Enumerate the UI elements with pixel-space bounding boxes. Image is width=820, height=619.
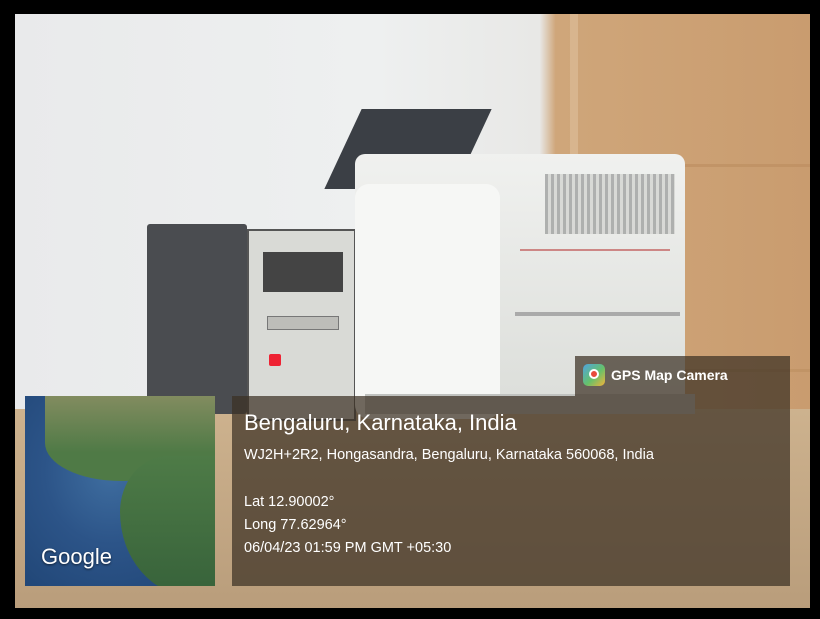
drive-bay xyxy=(263,252,343,292)
power-button xyxy=(269,354,281,366)
longitude: Long 77.62964° xyxy=(244,517,347,533)
map-thumbnail: Google xyxy=(25,396,215,586)
gps-map-camera-app-icon xyxy=(583,364,605,386)
gps-map-camera-badge: GPS Map Camera xyxy=(575,356,790,396)
place-name: Bengaluru, Karnataka, India xyxy=(244,410,517,435)
timestamp: 06/04/23 01:59 PM GMT +05:30 xyxy=(244,540,452,556)
badge-title: GPS Map Camera xyxy=(611,367,728,383)
latitude: Lat 12.90002° xyxy=(244,494,335,510)
printer-slot xyxy=(515,312,680,316)
printer-side-panel xyxy=(355,184,500,419)
google-attribution: Google xyxy=(41,544,112,569)
computer-tower-side xyxy=(147,224,247,414)
location-info-panel: Bengaluru, Karnataka, India WJ2H+2R2, Ho… xyxy=(232,396,790,586)
disk-slot xyxy=(267,316,339,330)
printer-accent-line xyxy=(520,249,670,251)
address: WJ2H+2R2, Hongasandra, Bengaluru, Karnat… xyxy=(244,447,654,463)
image-frame: GPS Map Camera Google Bengaluru, Karnata… xyxy=(0,0,820,619)
map-land xyxy=(120,456,215,586)
printer-vent xyxy=(545,174,675,234)
